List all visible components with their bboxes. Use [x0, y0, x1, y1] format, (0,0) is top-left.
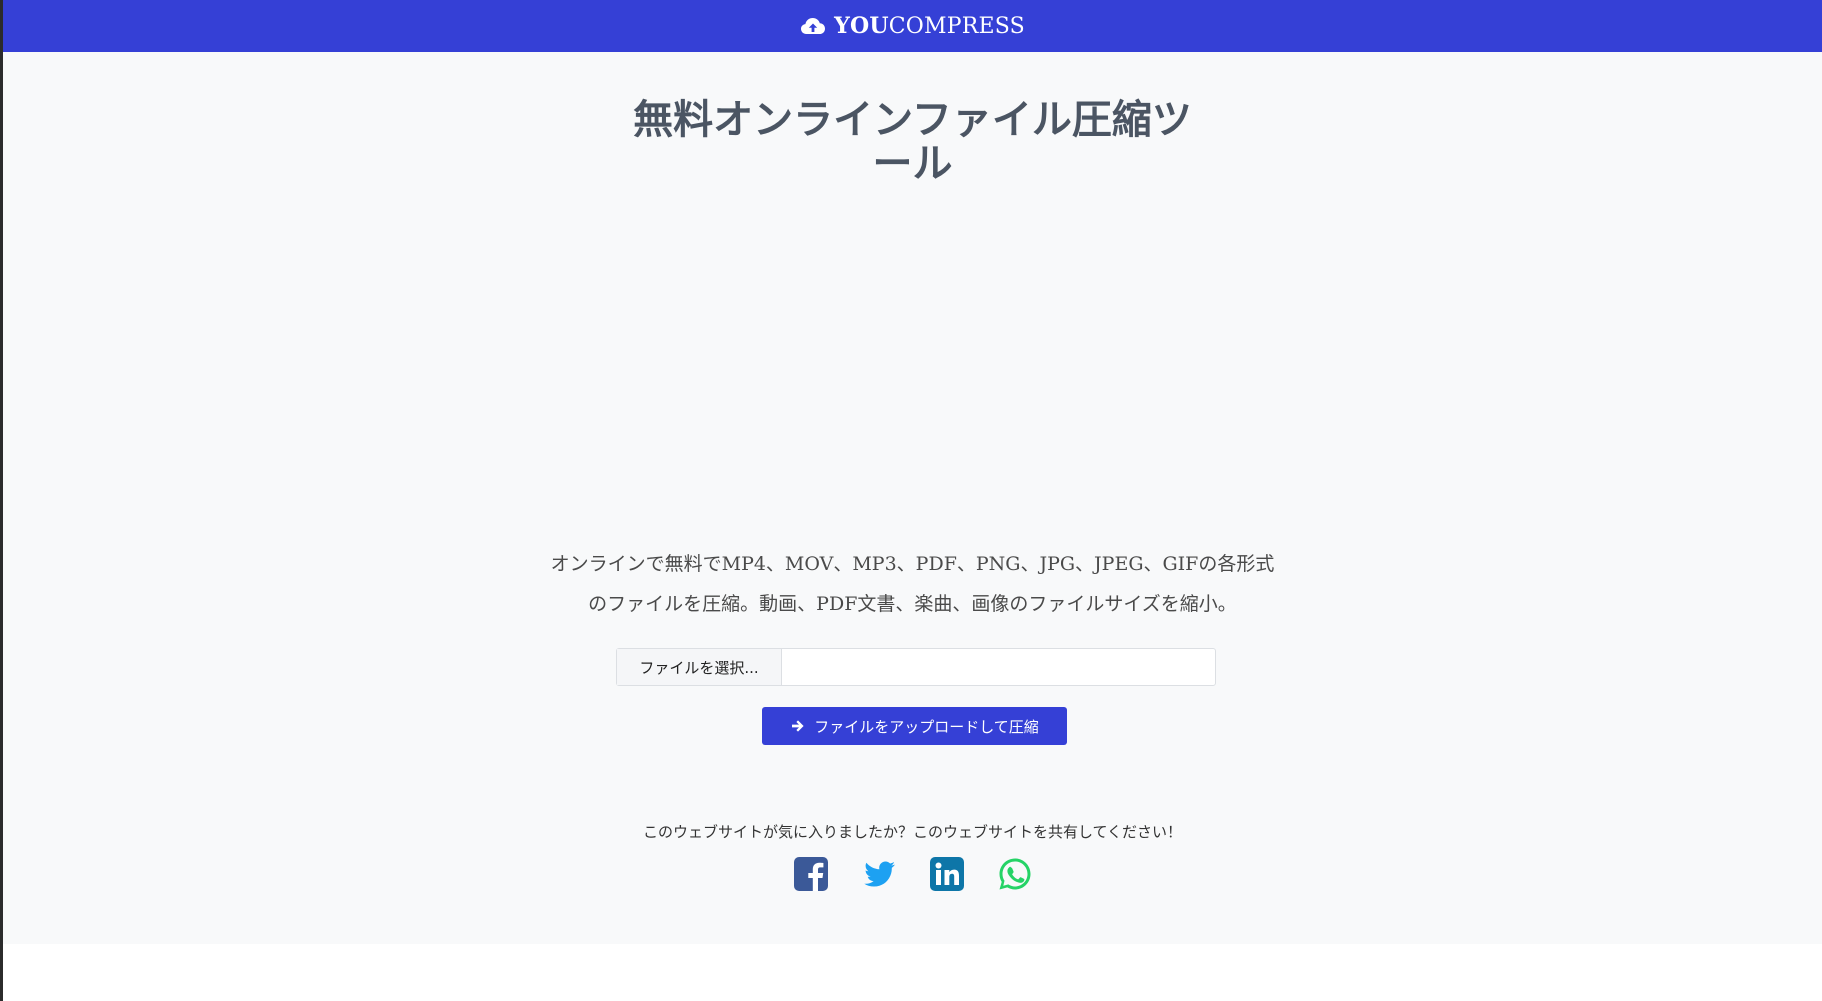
file-name-field[interactable] — [782, 649, 1215, 685]
whatsapp-share-link[interactable] — [997, 856, 1033, 892]
upload-compress-label: ファイルをアップロードして圧縮 — [814, 717, 1039, 736]
main-content: 無料オンラインファイル圧縮ツ ール オンラインで無料でMP4、MOV、MP3、P… — [3, 52, 1822, 944]
choose-file-button[interactable]: ファイルを選択... — [617, 649, 782, 685]
description-line-1: オンラインで無料でMP4、MOV、MP3、PDF、PNG、JPG、JPEG、GI… — [550, 553, 1275, 575]
brand-name-bold: YOU — [834, 13, 889, 39]
page-description: オンラインで無料でMP4、MOV、MP3、PDF、PNG、JPG、JPEG、GI… — [523, 544, 1303, 624]
social-share-bar — [3, 856, 1822, 892]
top-navbar: YOUCOMPRESS — [3, 0, 1822, 52]
page-title: 無料オンラインファイル圧縮ツ ール — [613, 98, 1213, 186]
brand-name-light: COMPRESS — [888, 14, 1025, 39]
arrow-right-icon — [792, 720, 804, 732]
linkedin-icon — [929, 857, 964, 891]
page-title-line-1: 無料オンラインファイル圧縮ツ — [633, 97, 1192, 143]
ad-placeholder — [3, 212, 1822, 562]
page-title-line-2: ール — [872, 141, 953, 187]
brand-name: YOUCOMPRESS — [834, 13, 1025, 39]
twitter-share-link[interactable] — [861, 856, 897, 892]
share-prompt: このウェブサイトが気に入りましたか？このウェブサイトを共有してください！ — [642, 823, 1183, 841]
facebook-icon — [793, 857, 828, 891]
cloud-upload-icon — [801, 18, 826, 34]
file-picker: ファイルを選択... — [616, 648, 1216, 686]
facebook-share-link[interactable] — [793, 856, 829, 892]
description-line-2: のファイルを圧縮。動画、PDF文書、楽曲、画像のファイルサイズを縮小。 — [588, 593, 1237, 615]
upload-compress-button[interactable]: ファイルをアップロードして圧縮 — [762, 707, 1067, 745]
twitter-icon — [863, 861, 895, 887]
whatsapp-icon — [999, 858, 1030, 890]
brand-logo-link[interactable]: YOUCOMPRESS — [800, 13, 1025, 39]
linkedin-share-link[interactable] — [929, 856, 965, 892]
